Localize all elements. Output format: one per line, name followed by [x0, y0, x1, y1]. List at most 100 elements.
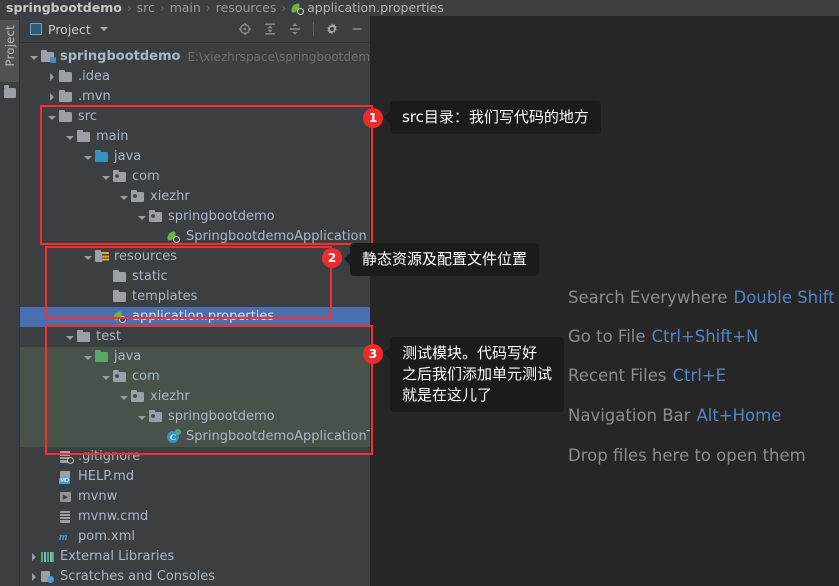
editor-shortcut-hint: Recent Files Ctrl+E	[568, 366, 726, 385]
annotation-number-badge: 2	[322, 248, 342, 268]
tool-window-tab-project[interactable]: Project	[0, 20, 19, 82]
tree-row[interactable]: Scratches and Consoles	[20, 567, 370, 586]
tree-row-label: application.properties	[132, 309, 275, 324]
folder-icon	[77, 129, 91, 144]
tree-row-path: E:\xiezhrspace\springbootdemo	[187, 50, 370, 64]
chevron-down-icon[interactable]	[99, 27, 108, 31]
tree-row[interactable]: MD HELP.md	[20, 467, 370, 487]
chevron-down-icon[interactable]	[120, 393, 129, 402]
annotation-callout: 静态资源及配置文件位置	[343, 243, 540, 276]
tree-row[interactable]: springbootdemo E:\xiezhrspace\springbootd…	[20, 47, 370, 67]
tree-row[interactable]: C SpringbootdemoApplicationTe	[20, 427, 370, 447]
package-folder-icon	[113, 369, 127, 384]
spring-leaf-icon	[166, 230, 181, 244]
tree-row[interactable]: mvnw.cmd	[20, 507, 370, 527]
tree-row-label: templates	[132, 289, 198, 304]
tree-row[interactable]: java	[20, 347, 370, 367]
tree-row-label: External Libraries	[60, 549, 175, 564]
chevron-down-icon[interactable]	[66, 133, 75, 142]
tree-row[interactable]: xiezhr	[20, 187, 370, 207]
markdown-file-icon: MD	[59, 470, 73, 484]
annotation-callout: 测试模块。代码写好 之后我们添加单元测试 就是在这儿了	[383, 337, 565, 412]
chevron-right-icon[interactable]	[30, 572, 39, 582]
locate-icon[interactable]	[238, 22, 252, 36]
editor-shortcut-hint: Drop files here to open them	[568, 446, 806, 465]
tree-row[interactable]: com	[20, 167, 370, 187]
tree-row[interactable]: .idea	[20, 67, 370, 87]
chevron-right-icon[interactable]	[48, 72, 57, 82]
module-folder-icon	[41, 49, 56, 64]
tree-row[interactable]: xiezhr	[20, 387, 370, 407]
breadcrumb-separator: ›	[159, 1, 165, 15]
tree-row[interactable]: .mvn	[20, 87, 370, 107]
gear-icon[interactable]	[325, 22, 339, 36]
tree-row[interactable]: main	[20, 127, 370, 147]
project-view-selector[interactable]: Project	[20, 22, 108, 37]
tree-row[interactable]: static	[20, 267, 370, 287]
shortcut-action: Recent Files	[568, 366, 667, 385]
breadcrumb-separator: ›	[281, 1, 287, 15]
breadcrumb-item-main[interactable]: main	[170, 0, 201, 16]
chevron-down-icon[interactable]	[84, 353, 93, 362]
annotation-number-badge: 3	[363, 344, 383, 364]
shortcut-keys: Ctrl+E	[672, 366, 727, 385]
breadcrumb-item-src[interactable]: src	[137, 0, 155, 16]
tree-row[interactable]: resources	[20, 247, 370, 267]
expand-all-icon[interactable]	[263, 22, 277, 36]
chevron-down-icon[interactable]	[30, 53, 39, 62]
tree-row-label: static	[132, 269, 168, 284]
spring-leaf-icon	[112, 310, 127, 324]
tool-window-stripe: Project	[0, 16, 20, 586]
chevron-down-icon[interactable]	[84, 153, 93, 162]
tree-row-label: mvnw	[78, 489, 118, 504]
folder-icon	[59, 109, 73, 124]
chevron-down-icon[interactable]	[102, 173, 111, 182]
tree-row[interactable]: templates	[20, 287, 370, 307]
shortcut-action: Drop files here to open them	[568, 446, 806, 465]
tree-row[interactable]: java	[20, 147, 370, 167]
chevron-down-icon[interactable]	[138, 213, 147, 222]
tree-row[interactable]: springbootdemo	[20, 207, 370, 227]
tool-window-tab-label: Project	[2, 25, 17, 67]
tree-row-label: .gitignore	[78, 449, 141, 464]
project-panel-header: Project	[20, 16, 370, 43]
folder-icon	[113, 269, 127, 284]
shortcut-keys: Ctrl+Shift+N	[651, 327, 759, 346]
folder-icon	[59, 89, 73, 104]
cmd-file-icon	[59, 510, 73, 524]
tree-row[interactable]: SpringbootdemoApplication	[20, 227, 370, 247]
project-tree[interactable]: springbootdemo E:\xiezhrspace\springbootd…	[20, 43, 370, 586]
tree-row[interactable]: application.properties	[20, 307, 370, 327]
tree-row[interactable]: test	[20, 327, 370, 347]
tree-row[interactable]: .gitignore	[20, 447, 370, 467]
breadcrumb-separator: ›	[126, 1, 132, 15]
folder-icon[interactable]	[4, 85, 16, 98]
breadcrumb-item-resources[interactable]: resources	[216, 0, 277, 16]
minimize-icon[interactable]	[350, 22, 364, 36]
gitignore-file-icon	[59, 450, 74, 464]
tree-row-label: resources	[114, 249, 178, 264]
annotation-callout-line: 静态资源及配置文件位置	[362, 250, 528, 268]
chevron-down-icon[interactable]	[102, 373, 111, 382]
chevron-down-icon[interactable]	[66, 333, 75, 342]
breadcrumb-item-springbootdemo[interactable]: springbootdemo	[6, 0, 122, 16]
chevron-down-icon[interactable]	[48, 113, 57, 122]
tree-row[interactable]: springbootdemo	[20, 407, 370, 427]
tree-row-label: xiezhr	[150, 389, 190, 404]
tree-row[interactable]: ▶ mvnw	[20, 487, 370, 507]
chevron-right-icon[interactable]	[48, 92, 57, 102]
tree-row[interactable]: com	[20, 367, 370, 387]
breadcrumb-item-application-properties[interactable]: application.properties	[307, 0, 444, 16]
chevron-down-icon[interactable]	[84, 253, 93, 262]
annotation-callout: src目录：我们写代码的地方	[384, 101, 601, 134]
chevron-down-icon[interactable]	[138, 413, 147, 422]
tree-row[interactable]: src	[20, 107, 370, 127]
tree-row-label: SpringbootdemoApplicationTe	[186, 429, 370, 444]
collapse-all-icon[interactable]	[288, 22, 302, 36]
tree-row[interactable]: External Libraries	[20, 547, 370, 567]
chevron-down-icon[interactable]	[120, 193, 129, 202]
test-class-icon: C	[167, 429, 181, 444]
chevron-right-icon[interactable]	[30, 552, 39, 562]
tree-row[interactable]: m pom.xml	[20, 527, 370, 547]
